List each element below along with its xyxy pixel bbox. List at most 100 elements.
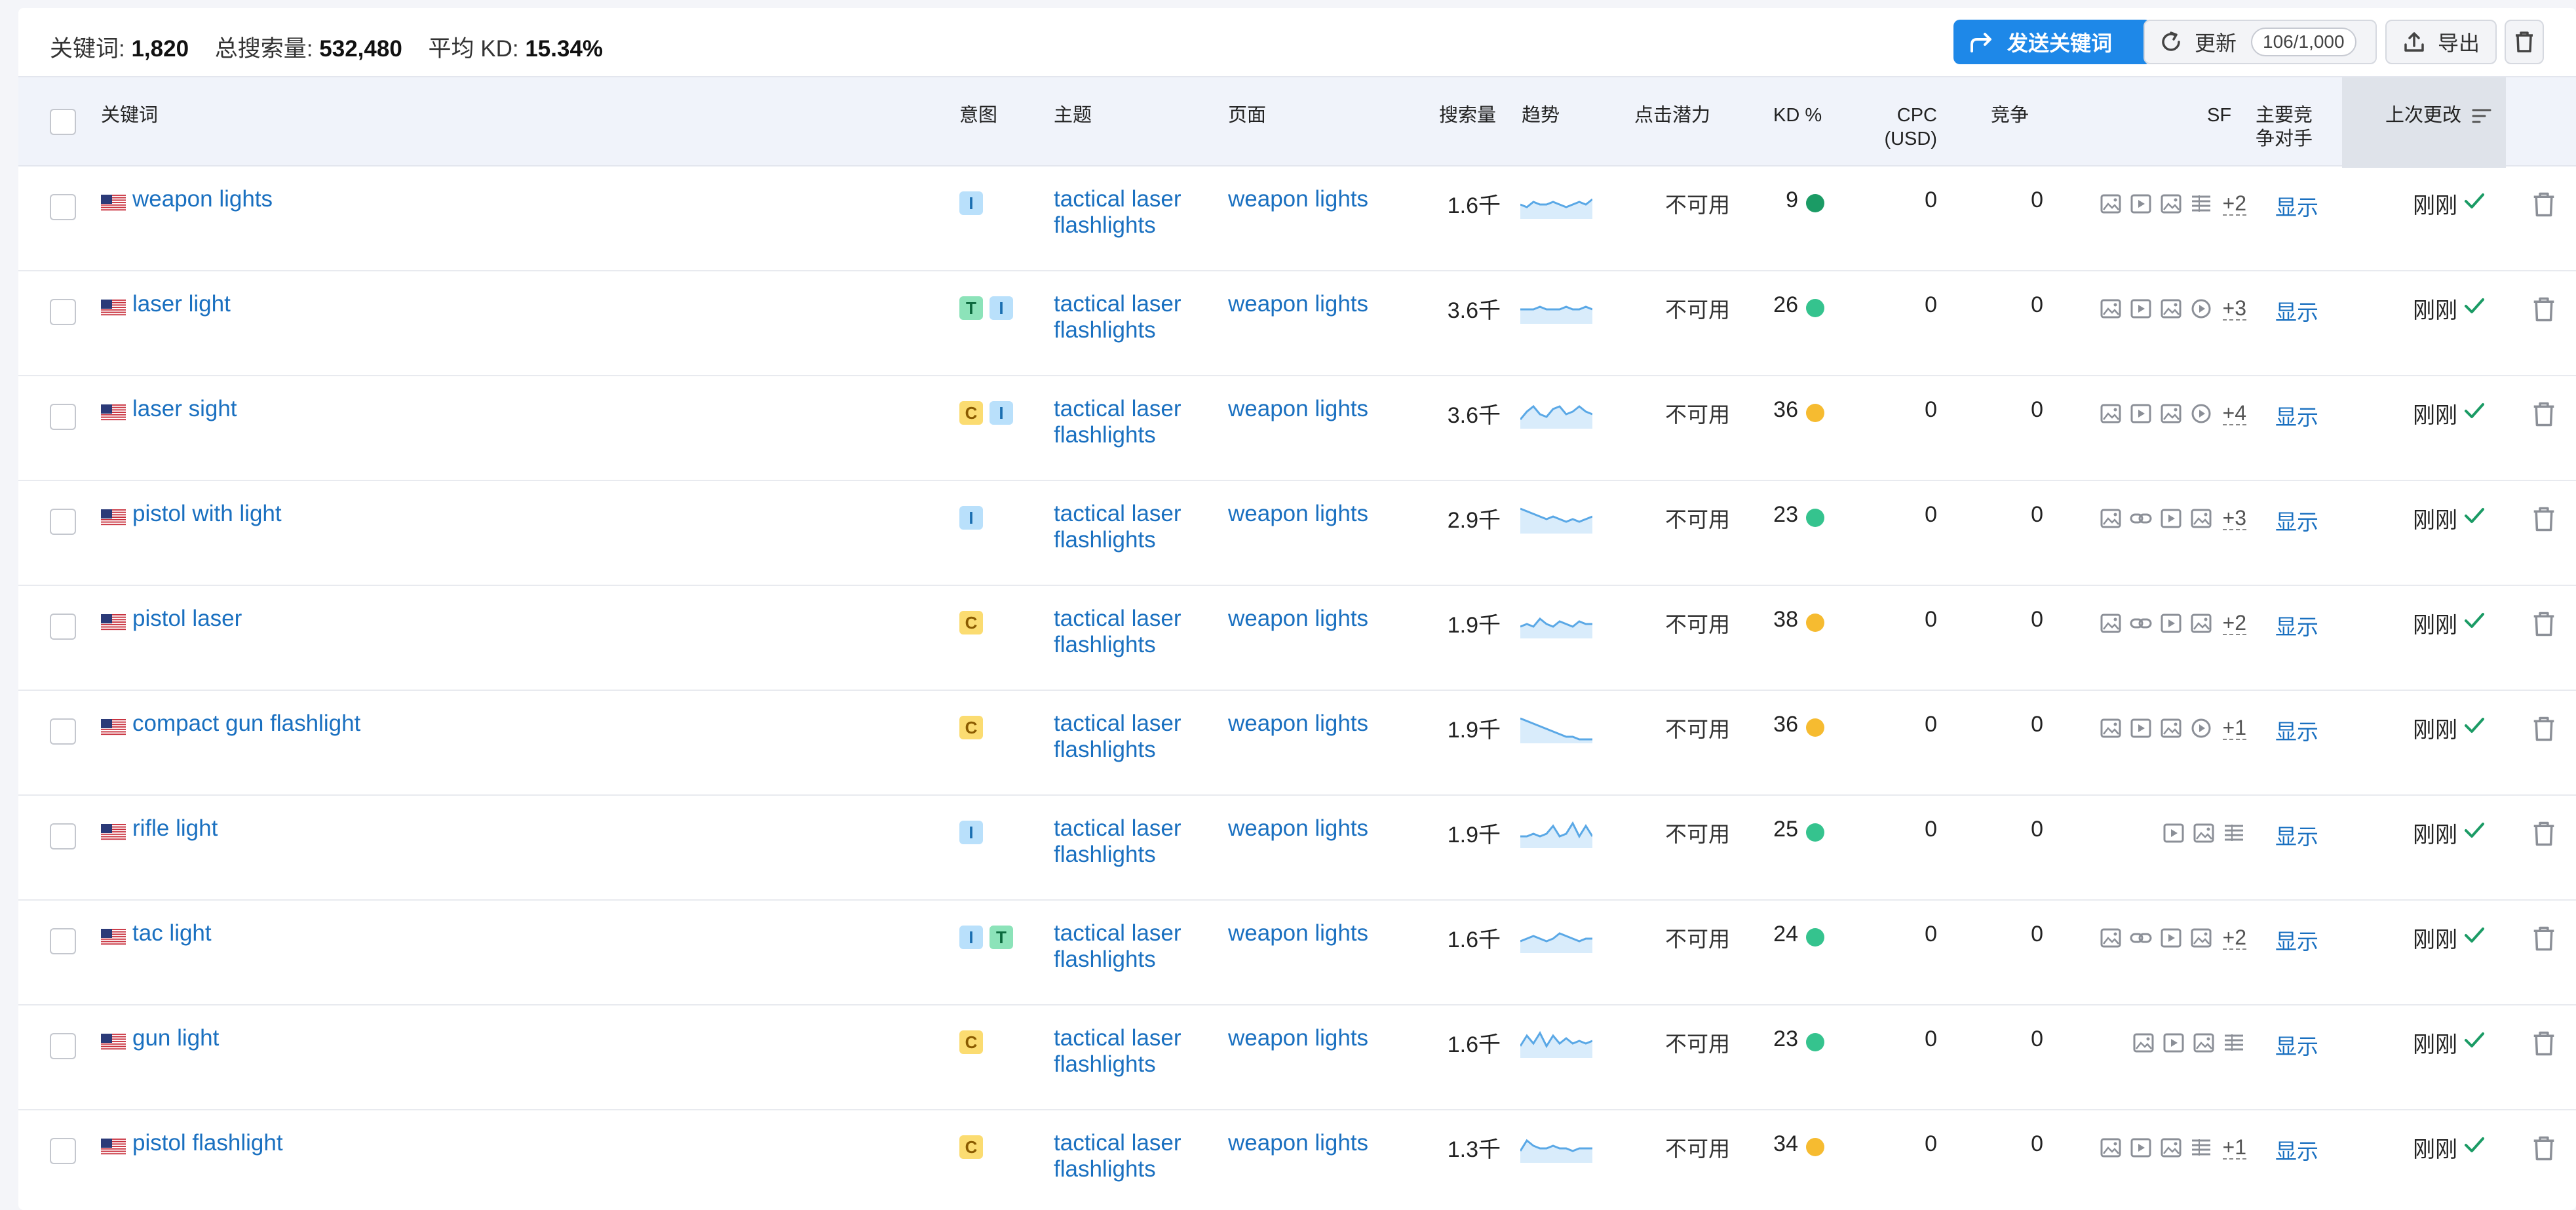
topic-link[interactable]: tactical laser flashlights <box>1054 501 1211 553</box>
topic-link[interactable]: tactical laser flashlights <box>1054 396 1211 448</box>
col-sf[interactable]: SF <box>2207 104 2231 127</box>
serp-more-button[interactable]: +3 <box>2222 297 2246 321</box>
keyword-link[interactable]: gun light <box>132 1025 219 1051</box>
topic-link[interactable]: tactical laser flashlights <box>1054 920 1211 973</box>
delete-row-icon[interactable] <box>2532 296 2556 322</box>
serp-more-button[interactable]: +2 <box>2222 192 2246 216</box>
select-all-checkbox[interactable] <box>50 109 76 135</box>
delete-row-icon[interactable] <box>2532 401 2556 427</box>
link-icon <box>2128 926 2153 950</box>
export-button[interactable]: 导出 <box>2385 20 2497 64</box>
keyword-table-card: 关键词: 1,820 总搜索量: 532,480 平均 KD: 15.34% 发… <box>18 8 2576 1210</box>
kd-indicator <box>1806 299 1824 317</box>
col-cpc[interactable]: CPC (USD) <box>1865 104 1937 151</box>
page-link[interactable]: weapon lights <box>1228 501 1368 527</box>
page-link[interactable]: weapon lights <box>1228 291 1368 317</box>
page-link[interactable]: weapon lights <box>1228 1130 1368 1156</box>
row-checkbox[interactable] <box>50 614 76 640</box>
topic-link[interactable]: tactical laser flashlights <box>1054 606 1211 658</box>
serp-more-button[interactable]: +2 <box>2222 612 2246 635</box>
trend-sparkline <box>1520 295 1593 324</box>
page-link[interactable]: weapon lights <box>1228 815 1368 842</box>
competitor-show-link[interactable]: 显示 <box>2275 505 2318 536</box>
competitor-show-link[interactable]: 显示 <box>2275 295 2318 326</box>
col-intent[interactable]: 意图 <box>959 104 997 127</box>
keyword-link[interactable]: compact gun flashlight <box>132 711 360 737</box>
col-last-changed[interactable]: 上次更改 <box>2385 104 2493 127</box>
row-checkbox[interactable] <box>50 928 76 954</box>
update-button[interactable]: 更新 106/1,000 <box>2143 20 2377 64</box>
col-volume[interactable]: 搜索量 <box>1439 104 1496 127</box>
topic-link[interactable]: tactical laser flashlights <box>1054 1025 1211 1078</box>
delete-row-icon[interactable] <box>2532 821 2556 847</box>
row-checkbox[interactable] <box>50 509 76 535</box>
topic-link[interactable]: tactical laser flashlights <box>1054 291 1211 343</box>
topic-link[interactable]: tactical laser flashlights <box>1054 186 1211 239</box>
intent-badge: I <box>990 401 1013 425</box>
serp-features: +2 <box>2063 924 2246 952</box>
topic-link[interactable]: tactical laser flashlights <box>1054 815 1211 868</box>
row-checkbox[interactable] <box>50 823 76 849</box>
keyword-link[interactable]: weapon lights <box>132 186 273 212</box>
keyword-link[interactable]: rifle light <box>132 815 218 842</box>
col-keyword[interactable]: 关键词 <box>101 104 158 127</box>
serp-more-button[interactable]: +3 <box>2222 507 2246 530</box>
competitor-show-link[interactable]: 显示 <box>2275 190 2318 222</box>
delete-row-icon[interactable] <box>2532 191 2556 218</box>
last-changed: 刚刚 <box>2413 292 2485 324</box>
video-icon <box>2128 191 2153 216</box>
serp-more-button[interactable]: +2 <box>2222 926 2246 950</box>
delete-row-icon[interactable] <box>2532 716 2556 742</box>
page-link[interactable]: weapon lights <box>1228 920 1368 947</box>
competitor-show-link[interactable]: 显示 <box>2275 1029 2318 1061</box>
topic-link[interactable]: tactical laser flashlights <box>1054 711 1211 763</box>
competitor-show-link[interactable]: 显示 <box>2275 1134 2318 1165</box>
us-flag-icon <box>101 822 126 841</box>
row-checkbox[interactable] <box>50 404 76 430</box>
image-icon <box>2098 506 2123 531</box>
page-link[interactable]: weapon lights <box>1228 606 1368 632</box>
delete-row-icon[interactable] <box>2532 506 2556 532</box>
competitor-show-link[interactable]: 显示 <box>2275 714 2318 746</box>
kd-value: 9 <box>1786 187 1798 212</box>
competitor-show-link[interactable]: 显示 <box>2275 610 2318 641</box>
serp-more-button[interactable]: +4 <box>2222 402 2246 425</box>
last-changed: 刚刚 <box>2413 1131 2485 1163</box>
row-checkbox[interactable] <box>50 718 76 745</box>
serp-more-button[interactable]: +1 <box>2222 716 2246 740</box>
delete-row-icon[interactable] <box>2532 1135 2556 1161</box>
page-link[interactable]: weapon lights <box>1228 1025 1368 1051</box>
col-page[interactable]: 页面 <box>1228 104 1266 127</box>
col-competitor[interactable]: 主要竞 争对手 <box>2256 104 2313 151</box>
send-keywords-button[interactable]: 发送关键词 <box>1953 20 2151 64</box>
competitor-show-link[interactable]: 显示 <box>2275 819 2318 851</box>
delete-row-icon[interactable] <box>2532 611 2556 637</box>
keyword-link[interactable]: laser sight <box>132 396 237 422</box>
delete-row-icon[interactable] <box>2532 1030 2556 1057</box>
col-topic[interactable]: 主题 <box>1054 104 1092 127</box>
page-link[interactable]: weapon lights <box>1228 396 1368 422</box>
serp-more-button[interactable]: +1 <box>2222 1136 2246 1160</box>
link-icon <box>2128 611 2153 636</box>
keyword-link[interactable]: laser light <box>132 291 231 317</box>
keyword-link[interactable]: pistol with light <box>132 501 282 527</box>
col-competition[interactable]: 竞争 <box>1991 104 2029 127</box>
delete-button[interactable] <box>2505 20 2544 64</box>
keyword-link[interactable]: pistol laser <box>132 606 242 632</box>
col-trend[interactable]: 趋势 <box>1522 104 1560 127</box>
row-checkbox[interactable] <box>50 1138 76 1164</box>
page-link[interactable]: weapon lights <box>1228 186 1368 212</box>
col-kd[interactable]: KD % <box>1773 104 1822 127</box>
competitor-show-link[interactable]: 显示 <box>2275 400 2318 431</box>
keyword-link[interactable]: tac light <box>132 920 212 947</box>
col-click-potential[interactable]: 点击潜力 <box>1634 104 1710 127</box>
keyword-link[interactable]: pistol flashlight <box>132 1130 283 1156</box>
row-checkbox[interactable] <box>50 299 76 325</box>
delete-row-icon[interactable] <box>2532 926 2556 952</box>
row-checkbox[interactable] <box>50 194 76 220</box>
competitor-show-link[interactable]: 显示 <box>2275 924 2318 956</box>
topic-link[interactable]: tactical laser flashlights <box>1054 1130 1211 1182</box>
page-link[interactable]: weapon lights <box>1228 711 1368 737</box>
row-checkbox[interactable] <box>50 1033 76 1059</box>
play-circle-icon <box>2189 716 2214 741</box>
